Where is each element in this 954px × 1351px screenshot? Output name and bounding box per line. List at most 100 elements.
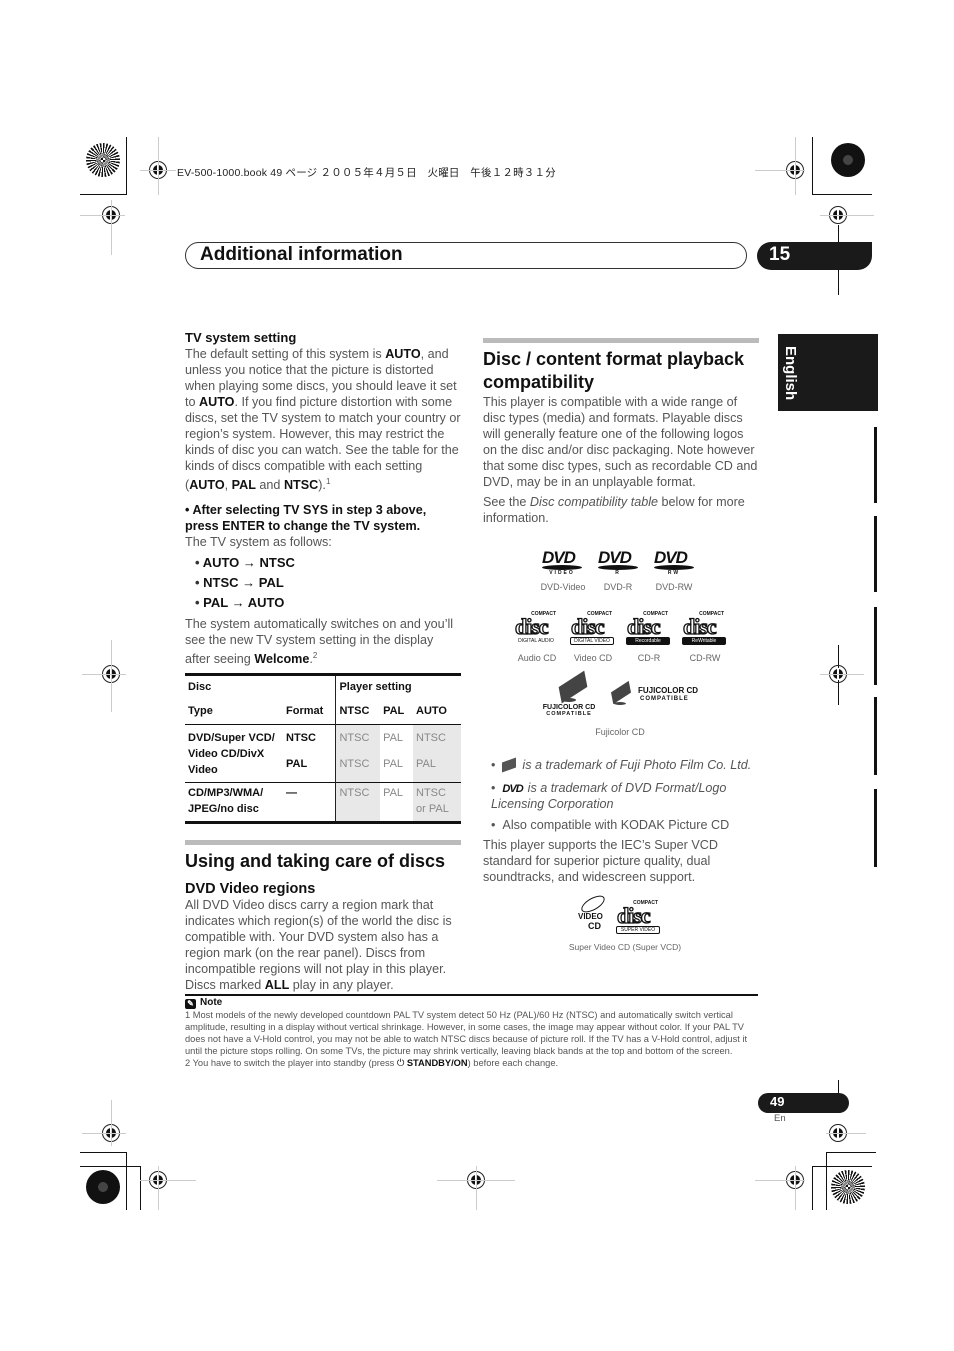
header-auto: AUTO [416, 705, 447, 718]
cell-auto: PAL [413, 748, 461, 783]
crop-line [126, 137, 127, 195]
crop-line [812, 194, 872, 195]
reg-line [158, 1166, 159, 1210]
bullet-kodak: • Also compatible with KODAK Picture CD [491, 818, 730, 832]
logo-sub: R [615, 570, 621, 576]
cell-type: CD/MP3/WMA/ JPEG/no disc [188, 787, 264, 816]
text: The system automatically switches on and… [185, 617, 454, 667]
reg-line [755, 1180, 805, 1181]
bullet-dvd-trademark: • DVD is a trademark of DVD Format/Logo L… [491, 781, 727, 811]
text: ). [318, 478, 326, 493]
fujicolor-line1: FUJICOLOR CD [542, 704, 596, 711]
dvd-r-logo-icon: DVD R [596, 548, 640, 576]
bullet-text: is a trademark of DVD Format/Logo Licens… [491, 781, 727, 811]
cd-logos: COMPACT disc DIGITAL AUDIO Audio CD COMPAC… [514, 611, 738, 663]
reg-line [140, 1180, 196, 1181]
logo-sub: VIDEO [549, 570, 575, 576]
dvd-regions-paragraph: All DVD Video discs carry a region mark … [185, 897, 461, 993]
cd-logo-item: COMPACT disc DIGITAL AUDIO Audio CD [514, 611, 570, 663]
bold-text: AUTO [189, 478, 225, 493]
thumb-index-bar [874, 697, 877, 775]
note-heading: ✎ Note [185, 997, 758, 1009]
text: The default setting of this system is [185, 347, 386, 361]
using-discs-heading: Using and taking care of discs [185, 851, 446, 872]
bullet-fuji-trademark: • is a trademark of Fuji Photo Film Co. … [491, 757, 752, 773]
dvd-mini-logo-icon: DVD [502, 783, 523, 795]
reg-line [795, 137, 796, 195]
cd-video-logo-icon: COMPACT disc DIGITAL VIDEO [570, 611, 614, 645]
video-cd-logo-icon: VIDEO CD [574, 892, 608, 934]
svcd-paragraph: This player supports the IEC’s Super VCD… [483, 838, 718, 884]
file-header: EV-500-1000.book 49 ページ ２００５年４月５日 火曜日 午後… [177, 167, 556, 179]
footnote-ref-1[interactable]: 1 [326, 477, 330, 486]
reg-line [80, 215, 125, 216]
tv-system-table: Disc Player setting Type Format NTSC PAL… [185, 673, 461, 825]
text: ) before each change. [467, 1058, 559, 1068]
note-title: Note [200, 997, 223, 1008]
note-pencil-icon: ✎ [185, 999, 196, 1009]
reg-line [111, 200, 112, 255]
page-number-badge: 49 [758, 1093, 849, 1113]
text: See the [483, 495, 530, 509]
crop-line [126, 1152, 127, 1210]
crop-line [140, 1166, 141, 1210]
thumb-index-bar [874, 789, 877, 867]
cell-ntsc: NTSC [335, 748, 381, 783]
fujicolor-line1: FUJICOLOR CD [638, 686, 698, 695]
dvd-logo-item: DVD VIDEO DVD-Video [540, 548, 596, 592]
table-header-row: Disc Player setting [185, 674, 461, 702]
dvd-rw-logo-icon: DVD RW [652, 548, 696, 576]
reg-line [82, 1133, 126, 1134]
logo-caption: DVD-RW [655, 582, 693, 592]
table-subheader-row: Type Format NTSC PAL AUTO [185, 701, 461, 725]
bold-text: AUTO [199, 395, 235, 409]
cell-ntsc: NTSC [335, 782, 381, 823]
cell-format: PAL [286, 758, 308, 771]
cell-auto: NTSC [413, 724, 461, 749]
fujicolor-line2: COMPATIBLE [546, 711, 592, 717]
link-disc-compatibility-table[interactable]: Disc compatibility table [530, 495, 658, 509]
bold-text: PAL [231, 478, 256, 493]
color-target-top-right-icon [831, 143, 865, 177]
crop-line [812, 1166, 872, 1167]
reg-line [820, 674, 864, 675]
chapter-number-badge: 15 [757, 242, 872, 270]
language-tab: English [778, 334, 878, 411]
cycle-item: NTSC → PAL [195, 573, 461, 593]
cycle-item: AUTO → NTSC [195, 553, 461, 573]
cycle-item: PAL → AUTO [195, 593, 461, 613]
page-number: 49 [770, 1094, 785, 1109]
text: play in any player. [289, 978, 394, 993]
color-target-top-left-icon [86, 143, 120, 177]
logo-caption: Audio CD [517, 653, 557, 663]
logo-band: ReWritable [682, 637, 726, 645]
reg-line [111, 640, 112, 712]
section-divider [483, 338, 759, 343]
chapter-number: 15 [769, 244, 791, 265]
bullet-text: Also compatible with KODAK Picture CD [502, 818, 730, 832]
header-player-setting: Player setting [335, 674, 461, 702]
cell-pal: PAL [383, 787, 404, 800]
tv-system-paragraph: The default setting of this system is AU… [185, 346, 461, 493]
tv-system-cycle-list: AUTO → NTSC NTSC → PAL PAL → AUTO [195, 553, 461, 613]
bold-text: ALL [264, 978, 290, 993]
dvd-regions-heading: DVD Video regions [185, 881, 316, 898]
section-divider [185, 840, 461, 846]
fujicolor-logo-vertical-icon: FUJICOLOR CD COMPATIBLE [540, 670, 598, 717]
crop-line [812, 137, 813, 195]
footnote-1: 1 Most models of the newly developed cou… [185, 1010, 748, 1056]
cell-type: DVD/Super VCD/ Video CD/DivX Video [188, 732, 275, 777]
standby-button-label: STANDBY/ON [406, 1058, 468, 1068]
logo-band: Recordable [626, 637, 670, 645]
header-ntsc: NTSC [335, 701, 381, 725]
dvd-logos: DVD VIDEO DVD-Video DVD R DVD-R DVD RW DVD-… [540, 548, 708, 592]
dvd-video-logo-icon: DVD VIDEO [540, 548, 584, 576]
super-video-cd-logo-icon: COMPACT disc SUPER VIDEO [616, 900, 660, 934]
crop-line [80, 194, 127, 195]
cell-format: — [286, 787, 297, 800]
footnote-ref-2[interactable]: 2 [313, 651, 317, 660]
language-label: English [782, 346, 799, 401]
crop-line [826, 1152, 876, 1153]
step-instruction: • After selecting TV SYS in step 3 above… [185, 503, 427, 534]
svcd-logos: VIDEO CD COMPACT disc SUPER VIDEO Super Vi… [569, 892, 681, 954]
